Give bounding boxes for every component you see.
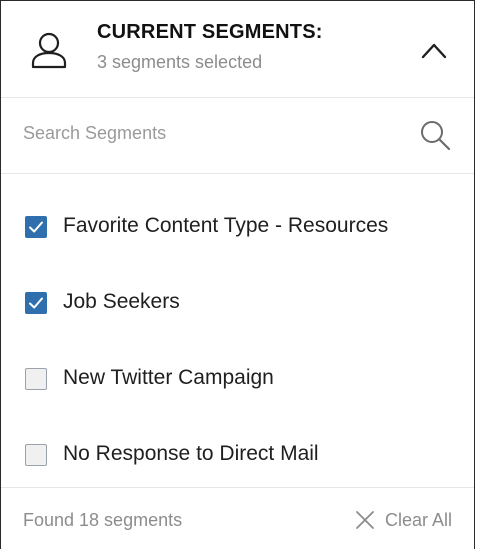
segment-item[interactable]: Job Seekers	[1, 284, 474, 324]
search-icon[interactable]	[419, 119, 451, 151]
checkmark-icon	[29, 221, 43, 233]
header-title: CURRENT SEGMENTS:	[97, 21, 323, 43]
segment-item[interactable]: New Twitter Campaign	[1, 360, 474, 400]
segment-checkbox[interactable]	[25, 216, 47, 238]
segment-label: Job Seekers	[63, 290, 180, 313]
chevron-up-icon[interactable]	[419, 39, 449, 61]
segment-list: Favorite Content Type - Resources Job Se…	[1, 174, 474, 488]
segment-item[interactable]: No Response to Direct Mail	[1, 436, 474, 476]
segment-checkbox[interactable]	[25, 292, 47, 314]
checkmark-icon	[29, 297, 43, 309]
search-input[interactable]	[23, 118, 403, 148]
segment-checkbox[interactable]	[25, 444, 47, 466]
segment-label: New Twitter Campaign	[63, 366, 274, 389]
segments-footer: Found 18 segments Clear All	[1, 487, 474, 551]
found-count: Found 18 segments	[23, 510, 183, 530]
segments-header[interactable]: CURRENT SEGMENTS: 3 segments selected	[1, 1, 474, 98]
clear-all-label: Clear All	[385, 510, 453, 530]
segment-label: Favorite Content Type - Resources	[63, 214, 389, 237]
segment-item[interactable]: Favorite Content Type - Resources	[1, 208, 474, 248]
selected-count: 3 segments selected	[97, 52, 263, 72]
segments-panel: CURRENT SEGMENTS: 3 segments selected Fa…	[0, 0, 475, 549]
segment-checkbox[interactable]	[25, 368, 47, 390]
segment-label: No Response to Direct Mail	[63, 442, 319, 465]
close-icon	[356, 511, 374, 529]
search-bar	[1, 98, 474, 174]
user-icon	[31, 32, 67, 69]
